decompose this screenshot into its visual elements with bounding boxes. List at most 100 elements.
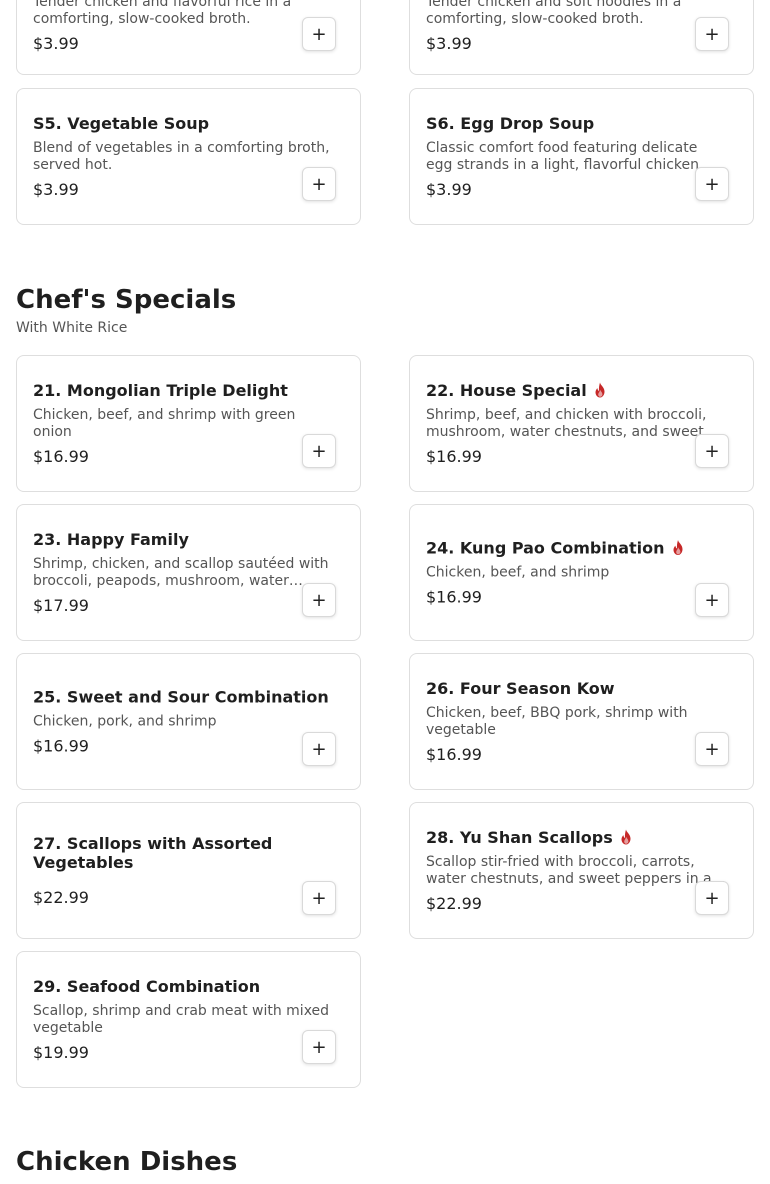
flame-icon [671, 540, 685, 556]
add-to-cart-button[interactable]: + [302, 732, 336, 766]
menu-item-content: 28. Yu Shan Scallops Scallop stir-fried w… [426, 828, 727, 914]
plus-icon: + [704, 887, 720, 909]
menu-item-card[interactable]: 25. Sweet and Sour Combination Chicken, p… [16, 653, 361, 790]
menu-item-price: $17.99 [33, 595, 89, 615]
menu-item-price: $3.99 [33, 34, 79, 53]
menu-item-description: Chicken, beef, and shrimp [426, 564, 610, 580]
menu-item-name: 22. House Special [426, 380, 587, 400]
plus-icon: + [311, 887, 327, 909]
menu-item-price: $16.99 [426, 446, 482, 466]
add-to-cart-button[interactable]: + [302, 434, 336, 468]
menu-item-price: $16.99 [426, 587, 482, 606]
add-to-cart-button[interactable]: + [695, 881, 729, 915]
add-to-cart-button[interactable]: + [695, 732, 729, 766]
menu-item-name: 27. Scallops with Assorted Vegetables [33, 833, 273, 872]
plus-icon: + [311, 173, 327, 195]
menu-item-description: Tender chicken and soft noodles in a com… [426, 0, 682, 27]
menu-item-content: 27. Scallops with Assorted Vegetables $22… [33, 834, 334, 908]
menu-item-price: $3.99 [426, 179, 472, 199]
menu-item-card[interactable]: 26. Four Season Kow Chicken, beef, BBQ po… [409, 653, 754, 790]
menu-item-name: 23. Happy Family [33, 529, 189, 549]
plus-icon: + [311, 440, 327, 462]
menu-item-title: 24. Kung Pao Combination [426, 538, 727, 557]
add-to-cart-button[interactable]: + [695, 17, 729, 51]
menu-item-description: Chicken, pork, and shrimp [33, 713, 217, 729]
menu-item-price: $16.99 [426, 744, 482, 764]
plus-icon: + [311, 738, 327, 760]
menu-item-price: $22.99 [426, 893, 482, 913]
menu-item-card[interactable]: Tender chicken and flavorful rice in a c… [16, 0, 361, 75]
menu-item-card[interactable]: 28. Yu Shan Scallops Scallop stir-fried w… [409, 802, 754, 939]
menu-item-description: Chicken, beef, BBQ pork, shrimp with veg… [426, 704, 688, 738]
menu-item-name: S5. Vegetable Soup [33, 113, 210, 133]
menu-item-content: 21. Mongolian Triple Delight Chicken, bee… [33, 381, 334, 467]
plus-icon: + [704, 589, 720, 611]
plus-icon: + [704, 23, 720, 45]
menu-item-name: 21. Mongolian Triple Delight [33, 380, 288, 400]
menu-item-title: 28. Yu Shan Scallops [426, 828, 727, 847]
add-to-cart-button[interactable]: + [695, 167, 729, 201]
menu-item-content: S6. Egg Drop Soup Classic comfort food f… [426, 114, 727, 200]
plus-icon: + [311, 23, 327, 45]
menu-item-content: 25. Sweet and Sour Combination Chicken, p… [33, 687, 334, 756]
menu-item-card[interactable]: 23. Happy Family Shrimp, chicken, and sca… [16, 504, 361, 641]
menu-item-card[interactable]: S6. Egg Drop Soup Classic comfort food f… [409, 88, 754, 225]
menu-item-content: 23. Happy Family Shrimp, chicken, and sca… [33, 530, 334, 616]
menu-item-name: 29. Seafood Combination [33, 976, 261, 996]
menu-item-description: Scallop stir-fried with broccoli, carrot… [426, 853, 712, 887]
menu-item-description: Chicken, beef, and shrimp with green oni… [33, 406, 296, 440]
section-subtitle: With White Rice [16, 320, 128, 336]
menu-item-content: 24. Kung Pao Combination Chicken, beef, a… [426, 538, 727, 607]
add-to-cart-button[interactable]: + [302, 1030, 336, 1064]
menu-item-title: S5. Vegetable Soup [33, 114, 334, 133]
menu-item-title: 29. Seafood Combination [33, 977, 334, 996]
section-title: Chicken Dishes [16, 1147, 238, 1177]
menu-item-content: S5. Vegetable Soup Blend of vegetables i… [33, 114, 334, 200]
add-to-cart-button[interactable]: + [695, 434, 729, 468]
menu-item-name: 24. Kung Pao Combination [426, 538, 665, 557]
menu-item-content: 29. Seafood Combination Scallop, shrimp a… [33, 977, 334, 1063]
plus-icon: + [704, 440, 720, 462]
flame-icon [619, 829, 633, 845]
add-to-cart-button[interactable]: + [302, 167, 336, 201]
menu-item-card[interactable]: 27. Scallops with Assorted Vegetables $22… [16, 802, 361, 939]
menu-item-name: 25. Sweet and Sour Combination [33, 687, 329, 706]
menu-item-title: S6. Egg Drop Soup [426, 114, 727, 133]
menu-item-price: $3.99 [426, 34, 472, 53]
plus-icon: + [704, 173, 720, 195]
menu-item-content: Tender chicken and flavorful rice in a c… [33, 0, 334, 54]
flame-icon [593, 382, 607, 398]
menu-item-description: Classic comfort food featuring delicate … [426, 139, 700, 173]
menu-item-price: $16.99 [33, 736, 89, 755]
menu-item-description: Shrimp, chicken, and scallop sautéed wit… [33, 555, 329, 589]
plus-icon: + [311, 1036, 327, 1058]
menu-item-title: 21. Mongolian Triple Delight [33, 381, 334, 400]
menu-item-title: 25. Sweet and Sour Combination [33, 687, 334, 706]
menu-item-content: Tender chicken and soft noodles in a com… [426, 0, 727, 54]
menu-item-title: 23. Happy Family [33, 530, 334, 549]
menu-item-card[interactable]: 29. Seafood Combination Scallop, shrimp a… [16, 951, 361, 1088]
section-title: Chef's Specials [16, 285, 237, 315]
menu-item-price: $16.99 [33, 446, 89, 466]
menu-item-content: 22. House Special Shrimp, beef, and chick… [426, 381, 727, 467]
menu-item-card[interactable]: 24. Kung Pao Combination Chicken, beef, a… [409, 504, 754, 641]
menu-item-title: 22. House Special [426, 381, 727, 400]
add-to-cart-button[interactable]: + [302, 17, 336, 51]
menu-item-price: $22.99 [33, 887, 89, 907]
plus-icon: + [704, 738, 720, 760]
menu-item-price: $19.99 [33, 1042, 89, 1062]
plus-icon: + [311, 589, 327, 611]
menu-item-description: Tender chicken and flavorful rice in a c… [33, 0, 292, 27]
menu-item-description: Shrimp, beef, and chicken with broccoli,… [426, 406, 707, 440]
menu-item-card[interactable]: S5. Vegetable Soup Blend of vegetables i… [16, 88, 361, 225]
menu-item-description: Blend of vegetables in a comforting brot… [33, 139, 330, 173]
add-to-cart-button[interactable]: + [302, 583, 336, 617]
add-to-cart-button[interactable]: + [695, 583, 729, 617]
menu-item-title: 26. Four Season Kow [426, 679, 727, 698]
menu-item-content: 26. Four Season Kow Chicken, beef, BBQ po… [426, 679, 727, 765]
menu-item-card[interactable]: 21. Mongolian Triple Delight Chicken, bee… [16, 355, 361, 492]
add-to-cart-button[interactable]: + [302, 881, 336, 915]
menu-item-card[interactable]: Tender chicken and soft noodles in a com… [409, 0, 754, 75]
menu-item-card[interactable]: 22. House Special Shrimp, beef, and chick… [409, 355, 754, 492]
menu-item-name: S6. Egg Drop Soup [426, 113, 595, 133]
